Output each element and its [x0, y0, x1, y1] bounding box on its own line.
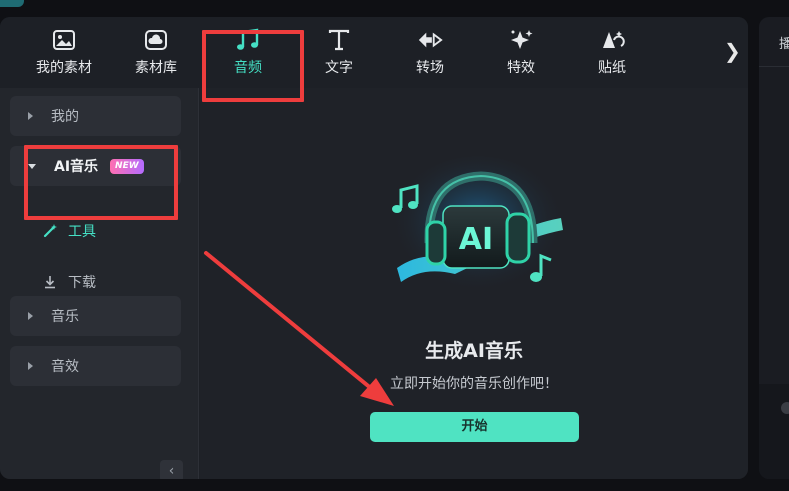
tab-transition[interactable]: 转场	[385, 27, 475, 83]
media-toolbar: 我的素材 素材库 音频 文字 转场 特效 贴纸 ❯	[0, 17, 748, 87]
sidebar-item-sound-effects[interactable]: 音效	[10, 346, 181, 386]
sidebar-subitem-download[interactable]: 下载	[42, 271, 96, 293]
top-strip	[0, 0, 789, 16]
sidebar-item-label: 我的	[51, 109, 79, 125]
tab-stickers[interactable]: 贴纸	[567, 27, 657, 83]
caret-right-icon	[28, 312, 33, 320]
image-icon	[51, 27, 77, 53]
cloud-folder-icon	[143, 27, 169, 53]
page-subtitle: 立即开始你的音乐创作吧！	[390, 376, 558, 392]
sparkle-icon	[508, 27, 534, 53]
highlight-ai-music	[24, 145, 178, 220]
tab-label: 转场	[416, 60, 444, 76]
slider-knob[interactable]	[781, 402, 789, 414]
tab-my-media[interactable]: 我的素材	[19, 27, 109, 83]
collapse-sidebar-button[interactable]: ‹	[160, 460, 183, 479]
wand-icon	[42, 223, 58, 239]
highlight-audio-tab	[202, 30, 304, 102]
chevron-right-icon[interactable]: ❯	[724, 39, 741, 63]
tab-label: 我的素材	[36, 60, 92, 76]
page-title: 生成AI音乐	[425, 340, 523, 362]
sidebar-item-music[interactable]: 音乐	[10, 296, 181, 336]
sidebar-item-mine[interactable]: 我的	[10, 96, 181, 136]
caret-right-icon	[28, 112, 33, 120]
hero-ai-text: AI	[459, 222, 493, 257]
preview-panel: 播	[759, 17, 789, 479]
tab-label: 贴纸	[598, 60, 626, 76]
sidebar-item-label: 音乐	[51, 309, 79, 325]
ai-music-content: AI 生成AI音乐 立即开始你的音乐创作吧！ 开始	[200, 88, 748, 479]
start-button[interactable]: 开始	[370, 412, 579, 442]
download-icon	[42, 274, 58, 290]
preview-tab[interactable]: 播	[759, 17, 789, 67]
sidebar-subitem-label: 工具	[68, 224, 96, 240]
transition-icon	[417, 27, 443, 53]
sidebar-subitem-tools[interactable]: 工具	[42, 220, 96, 242]
sticker-icon	[599, 27, 625, 53]
media-panel: 我的素材 素材库 音频 文字 转场 特效 贴纸 ❯ 我的 AI音乐 NEW 工具…	[0, 17, 748, 479]
preview-controls	[759, 384, 789, 479]
sidebar-item-label: 音效	[51, 359, 79, 375]
tab-label: 特效	[507, 60, 535, 76]
app-corner-tab	[0, 0, 24, 7]
tab-text[interactable]: 文字	[294, 27, 384, 83]
caret-right-icon	[28, 362, 33, 370]
ai-headphones-illustration: AI	[383, 148, 573, 308]
tab-label: 文字	[325, 60, 353, 76]
tab-effects[interactable]: 特效	[476, 27, 566, 83]
sidebar-subitem-label: 下载	[68, 275, 96, 291]
tab-label: 素材库	[135, 60, 177, 76]
text-icon	[326, 27, 352, 53]
tab-stock-library[interactable]: 素材库	[111, 27, 201, 83]
